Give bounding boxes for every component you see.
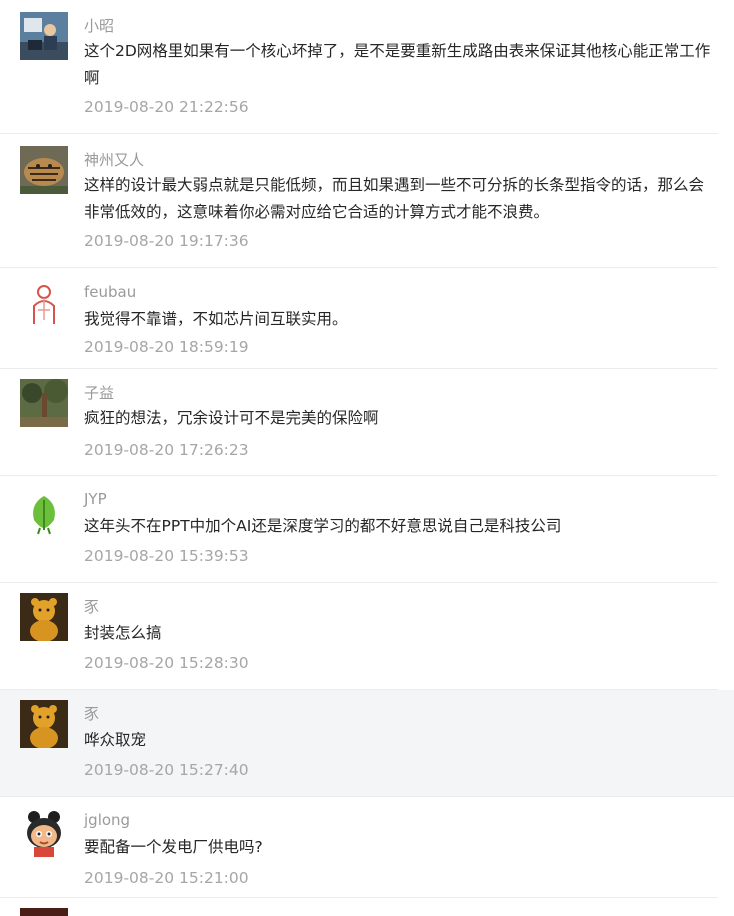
comment-item: 豕 封装怎么搞 2019-08-20 15:28:30 xyxy=(0,583,718,690)
avatar-icon[interactable] xyxy=(20,908,68,916)
comment-item: 豕 哗众取宠 2019-08-20 15:27:40 xyxy=(0,690,734,797)
comment-timestamp: 2019-08-20 19:17:36 xyxy=(84,232,249,250)
comment-item: 小昭 这个2D网格里如果有一个核心坏掉了，是不是要重新生成路由表来保证其他核心能… xyxy=(0,0,718,134)
comment-item: 子益 疯狂的想法，冗余设计可不是完美的保险啊 2019-08-20 17:26:… xyxy=(0,369,718,476)
comment-item: jglong 要配备一个发电厂供电吗? 2019-08-20 15:21:00 xyxy=(0,797,718,898)
sketch-figure-avatar-icon[interactable] xyxy=(20,280,68,328)
comment-timestamp: 2019-08-20 15:21:00 xyxy=(84,869,249,887)
comment-username[interactable]: 神州又人 xyxy=(84,149,144,170)
comment-text: 封装怎么搞 xyxy=(84,624,162,642)
comment-text: 疯狂的想法，冗余设计可不是完美的保险啊 xyxy=(84,409,379,427)
comment-username[interactable]: feubau xyxy=(84,283,136,301)
comment-timestamp: 2019-08-20 18:59:19 xyxy=(84,338,249,356)
cartoon-girl-avatar-icon[interactable] xyxy=(20,809,68,857)
comment-item: JYP 这年头不在PPT中加个AI还是深度学习的都不好意思说自己是科技公司 20… xyxy=(0,476,718,583)
tiger-avatar-icon[interactable] xyxy=(20,146,68,194)
comment-item: 神州又人 这样的设计最大弱点就是只能低频，而且如果遇到一些不可分拆的长条型指令的… xyxy=(0,134,718,268)
comment-username[interactable]: 豕 xyxy=(84,596,99,617)
comment-timestamp: 2019-08-20 21:22:56 xyxy=(84,98,249,116)
comment-timestamp: 2019-08-20 15:27:40 xyxy=(84,761,249,779)
comment-text: 这样的设计最大弱点就是只能低频，而且如果遇到一些不可分拆的长条型指令的话，那么会… xyxy=(84,176,705,221)
person-at-computer-avatar-icon[interactable] xyxy=(20,12,68,60)
comment-timestamp: 2019-08-20 17:26:23 xyxy=(84,441,249,459)
comment-text: 我觉得不靠谱，不如芯片间互联实用。 xyxy=(84,310,348,328)
winnie-the-pooh-avatar-icon[interactable] xyxy=(20,593,68,641)
comment-text: 哗众取宠 xyxy=(84,731,147,749)
comment-username[interactable]: 豕 xyxy=(84,703,99,724)
comment-list: 小昭 这个2D网格里如果有一个核心坏掉了，是不是要重新生成路由表来保证其他核心能… xyxy=(0,0,734,916)
comment-username[interactable]: 小昭 xyxy=(84,15,114,36)
comment-username[interactable]: jglong xyxy=(84,811,130,829)
comment-username[interactable]: JYP xyxy=(84,490,107,508)
comment-text: 这年头不在PPT中加个AI还是深度学习的都不好意思说自己是科技公司 xyxy=(84,517,562,535)
green-leaf-avatar-icon[interactable] xyxy=(20,490,68,538)
comment-text: 要配备一个发电厂供电吗? xyxy=(84,838,263,856)
comment-timestamp: 2019-08-20 15:39:53 xyxy=(84,547,249,565)
comment-username[interactable]: 子益 xyxy=(84,382,114,403)
comment-timestamp: 2019-08-20 15:28:30 xyxy=(84,654,249,672)
forest-avatar-icon[interactable] xyxy=(20,379,68,427)
winnie-the-pooh-avatar-icon[interactable] xyxy=(20,700,68,748)
comment-item: feubau 我觉得不靠谱，不如芯片间互联实用。 2019-08-20 18:5… xyxy=(0,268,718,369)
comment-text: 这个2D网格里如果有一个核心坏掉了，是不是要重新生成路由表来保证其他核心能正常工… xyxy=(84,42,711,87)
